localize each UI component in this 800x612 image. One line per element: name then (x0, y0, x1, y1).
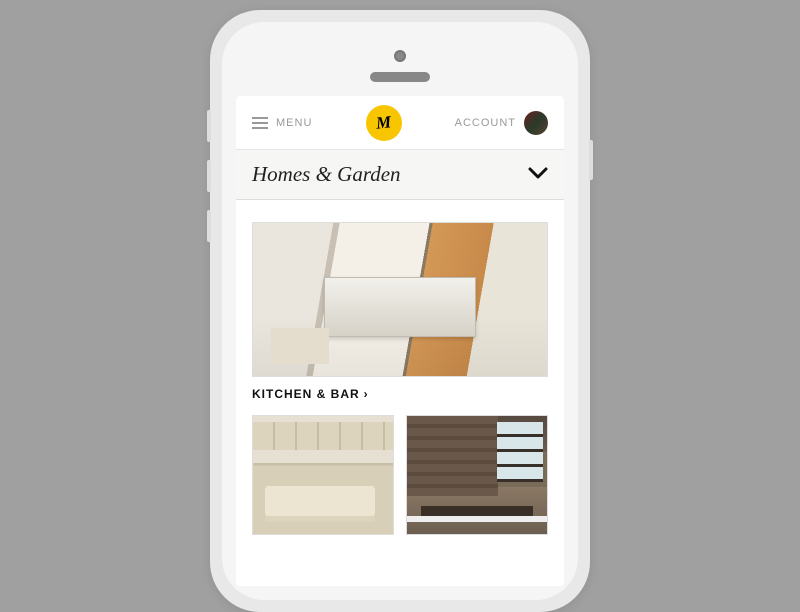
hamburger-icon (252, 117, 268, 129)
hero-image-kitchen[interactable] (252, 222, 548, 377)
phone-side-buttons-left (207, 110, 211, 242)
window-detail (497, 422, 543, 482)
phone-frame: MENU M ACCOUNT Homes & Garden (210, 10, 590, 612)
thumbnail-dining-room[interactable] (406, 415, 548, 535)
phone-camera (394, 50, 406, 62)
content-area: KITCHEN & BAR › (236, 200, 564, 535)
account-label: ACCOUNT (455, 117, 516, 129)
section-link-kitchen-bar[interactable]: KITCHEN & BAR › (252, 387, 548, 401)
account-button[interactable]: ACCOUNT (455, 111, 548, 135)
phone-top (236, 36, 564, 96)
category-dropdown[interactable]: Homes & Garden (236, 150, 564, 200)
chevron-right-icon: › (364, 387, 369, 401)
brand-logo-text: M (375, 112, 392, 133)
category-title: Homes & Garden (252, 162, 401, 187)
section-link-label: KITCHEN & BAR (252, 387, 360, 401)
brand-logo[interactable]: M (366, 105, 402, 141)
menu-button[interactable]: MENU (252, 117, 312, 129)
chevron-down-icon (528, 166, 548, 184)
phone-speaker (370, 72, 430, 82)
menu-label: MENU (276, 117, 312, 129)
phone-side-button-right (589, 140, 593, 180)
thumbnail-row (252, 415, 548, 535)
avatar (524, 111, 548, 135)
thumbnail-living-room[interactable] (252, 415, 394, 535)
app-screen: MENU M ACCOUNT Homes & Garden (236, 96, 564, 586)
phone-inner: MENU M ACCOUNT Homes & Garden (222, 22, 578, 600)
app-header: MENU M ACCOUNT (236, 96, 564, 150)
